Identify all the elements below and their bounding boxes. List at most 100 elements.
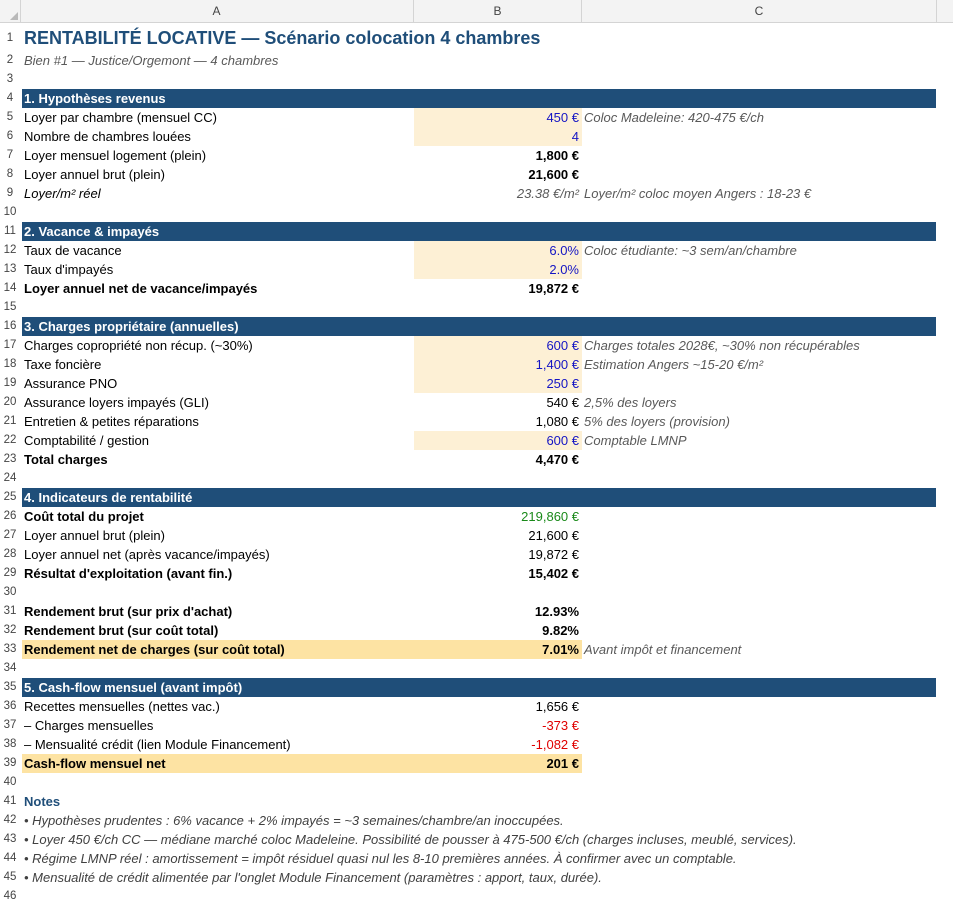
row-number[interactable]: 45 [0,868,20,887]
input-loyer-chambre[interactable]: 450 € [414,108,582,127]
row-number[interactable]: 4 [0,89,20,108]
row-number[interactable]: 31 [0,602,20,621]
row-number[interactable]: 28 [0,545,20,564]
row-number[interactable]: 15 [0,298,20,317]
value-loyer-annuel[interactable]: 21,600 € [414,165,582,184]
note-copro[interactable]: Charges totales 2028€, ~30% non récupéra… [582,336,937,355]
row-number[interactable]: 32 [0,621,20,640]
section-header-cashflow[interactable]: 5. Cash-flow mensuel (avant impôt) [22,678,936,697]
value-rend-achat[interactable]: 12.93% [414,602,582,621]
sheet-subtitle[interactable]: Bien #1 — Justice/Orgemont — 4 chambres [22,51,414,70]
column-header-b[interactable]: B [414,0,582,22]
label-loyer-chambre[interactable]: Loyer par chambre (mensuel CC) [22,108,414,127]
section-header-revenus[interactable]: 1. Hypothèses revenus [22,89,936,108]
row-number[interactable]: 20 [0,393,20,412]
section-header-charges[interactable]: 3. Charges propriétaire (annuelles) [22,317,936,336]
row-number[interactable]: 18 [0,355,20,374]
value-total-charges[interactable]: 4,470 € [414,450,582,469]
row-number[interactable]: 21 [0,412,20,431]
value-net[interactable]: 19,872 € [414,545,582,564]
row-number[interactable]: 33 [0,640,20,659]
input-nb-chambres[interactable]: 4 [414,127,582,146]
section-header-vacance[interactable]: 2. Vacance & impayés [22,222,936,241]
label-charges-mensuelles[interactable]: – Charges mensuelles [22,716,414,735]
value-recettes[interactable]: 1,656 € [414,697,582,716]
input-copro[interactable]: 600 € [414,336,582,355]
value-resultat[interactable]: 15,402 € [414,564,582,583]
row-number[interactable]: 23 [0,450,20,469]
row-number[interactable]: 26 [0,507,20,526]
label-vacance[interactable]: Taux de vacance [22,241,414,260]
label-loyer-annuel[interactable]: Loyer annuel brut (plein) [22,165,414,184]
label-rend-achat[interactable]: Rendement brut (sur prix d'achat) [22,602,414,621]
label-loyer-net[interactable]: Loyer annuel net de vacance/impayés [22,279,414,298]
value-mensualite-credit[interactable]: -1,082 € [414,735,582,754]
label-gli[interactable]: Assurance loyers impayés (GLI) [22,393,414,412]
label-loyer-mensuel[interactable]: Loyer mensuel logement (plein) [22,146,414,165]
label-entretien[interactable]: Entretien & petites réparations [22,412,414,431]
row-number[interactable]: 16 [0,317,20,336]
row-number[interactable]: 2 [0,51,20,70]
row-number[interactable]: 27 [0,526,20,545]
label-recettes[interactable]: Recettes mensuelles (nettes vac.) [22,697,414,716]
row-number[interactable]: 22 [0,431,20,450]
sheet-title[interactable]: RENTABILITÉ LOCATIVE — Scénario colocati… [22,29,540,48]
label-cashflow[interactable]: Cash-flow mensuel net [22,754,414,773]
row-number[interactable]: 6 [0,127,20,146]
row-number[interactable]: 9 [0,184,20,203]
column-header-c[interactable]: C [582,0,937,22]
label-nb-chambres[interactable]: Nombre de chambres louées [22,127,414,146]
row-number[interactable]: 43 [0,830,20,849]
row-number[interactable]: 12 [0,241,20,260]
note-loyer-m2[interactable]: Loyer/m² coloc moyen Angers : 18-23 € [582,184,937,203]
label-net[interactable]: Loyer annuel net (après vacance/impayés) [22,545,414,564]
input-vacance[interactable]: 6.0% [414,241,582,260]
row-number[interactable]: 42 [0,811,20,830]
value-rend-cout[interactable]: 9.82% [414,621,582,640]
note-line[interactable]: • Loyer 450 €/ch CC — médiane marché col… [22,830,797,849]
note-taxe[interactable]: Estimation Angers ~15-20 €/m² [582,355,937,374]
row-number[interactable]: 36 [0,697,20,716]
row-number[interactable]: 5 [0,108,20,127]
row-number[interactable]: 29 [0,564,20,583]
row-number[interactable]: 35 [0,678,20,697]
label-loyer-m2[interactable]: Loyer/m² réel [22,184,414,203]
value-loyer-net[interactable]: 19,872 € [414,279,582,298]
column-header-a[interactable]: A [20,0,414,22]
value-rend-net[interactable]: 7.01% [414,640,582,659]
row-number[interactable]: 3 [0,70,20,89]
note-line[interactable]: • Hypothèses prudentes : 6% vacance + 2%… [22,811,564,830]
row-number[interactable]: 7 [0,146,20,165]
row-number[interactable]: 37 [0,716,20,735]
label-impayes[interactable]: Taux d'impayés [22,260,414,279]
value-cout-total[interactable]: 219,860 € [414,507,582,526]
label-resultat[interactable]: Résultat d'exploitation (avant fin.) [22,564,414,583]
note-line[interactable]: • Régime LMNP réel : amortissement = imp… [22,849,737,868]
label-rend-cout[interactable]: Rendement brut (sur coût total) [22,621,414,640]
row-number[interactable]: 10 [0,203,20,222]
label-copro[interactable]: Charges copropriété non récup. (~30%) [22,336,414,355]
row-number[interactable]: 39 [0,754,20,773]
note-vacance[interactable]: Coloc étudiante: ~3 sem/an/chambre [582,241,937,260]
note-loyer-chambre[interactable]: Coloc Madeleine: 420-475 €/ch [582,108,937,127]
row-number[interactable]: 44 [0,849,20,868]
value-loyer-mensuel[interactable]: 1,800 € [414,146,582,165]
row-number[interactable]: 30 [0,583,20,602]
label-mensualite-credit[interactable]: – Mensualité crédit (lien Module Finance… [22,735,414,754]
section-header-indicateurs[interactable]: 4. Indicateurs de rentabilité [22,488,936,507]
notes-title[interactable]: Notes [22,792,414,811]
row-number[interactable]: 14 [0,279,20,298]
row-number[interactable]: 38 [0,735,20,754]
row-number[interactable]: 11 [0,222,20,241]
value-brut[interactable]: 21,600 € [414,526,582,545]
row-number[interactable]: 34 [0,659,20,678]
note-compta[interactable]: Comptable LMNP [582,431,937,450]
note-rend-net[interactable]: Avant impôt et financement [582,640,937,659]
note-gli[interactable]: 2,5% des loyers [582,393,937,412]
row-number[interactable]: 40 [0,773,20,792]
label-pno[interactable]: Assurance PNO [22,374,414,393]
row-number[interactable]: 17 [0,336,20,355]
input-pno[interactable]: 250 € [414,374,582,393]
row-number[interactable]: 25 [0,488,20,507]
value-cashflow[interactable]: 201 € [414,754,582,773]
